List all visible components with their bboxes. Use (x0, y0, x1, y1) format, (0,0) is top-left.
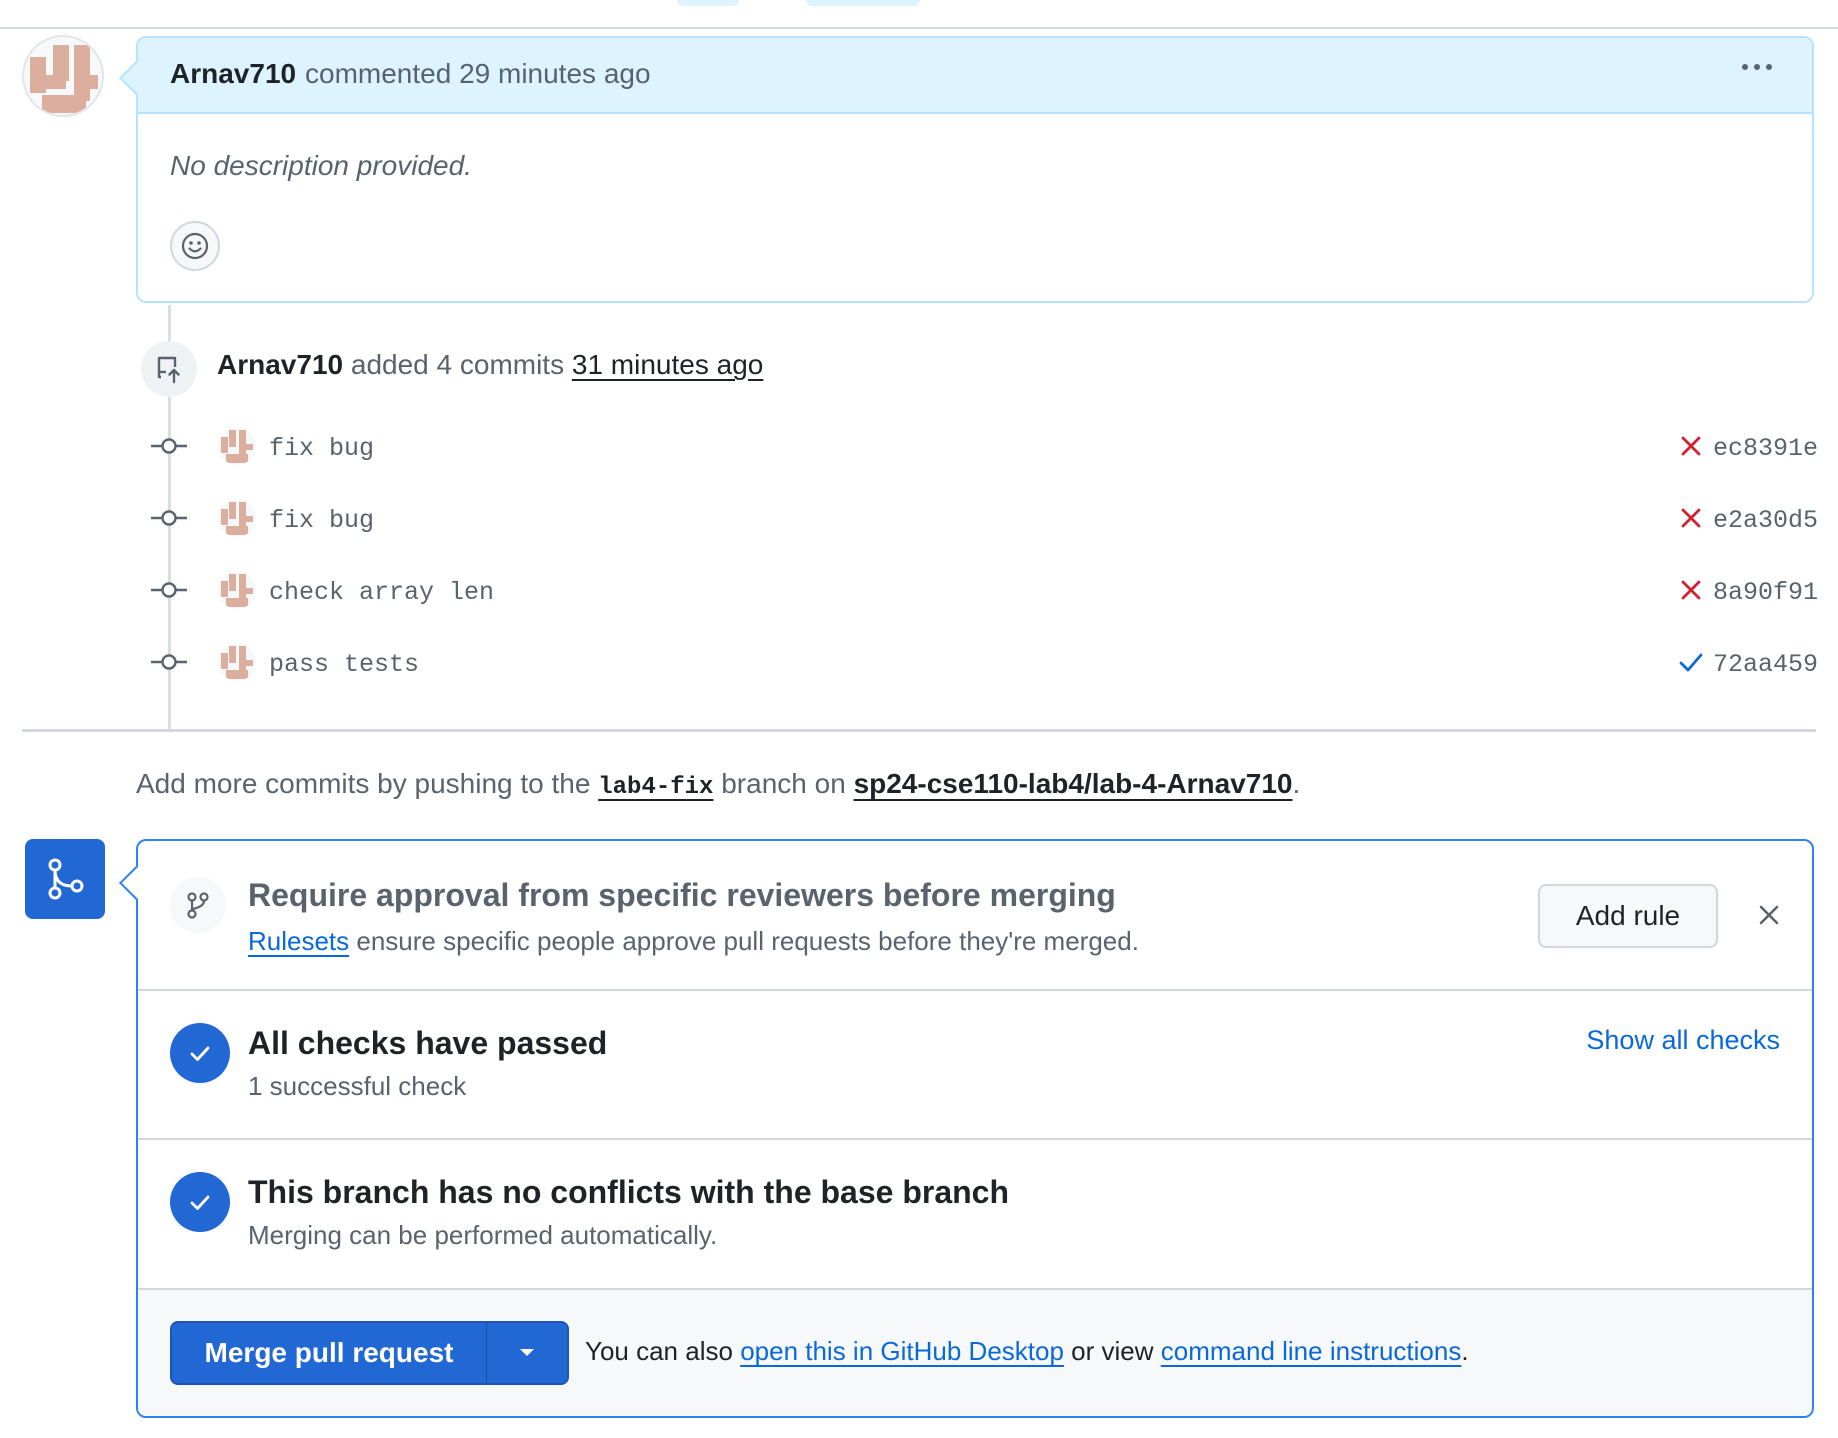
commit-sha[interactable]: 8a90f91 (1713, 578, 1818, 607)
push-info-middle: branch on (721, 768, 846, 799)
git-branch-icon (170, 877, 226, 933)
push-info-prefix: Add more commits by pushing to the (136, 768, 591, 799)
add-rule-button[interactable]: Add rule (1538, 884, 1718, 948)
conflicts-subtitle: Merging can be performed automatically. (248, 1220, 718, 1250)
close-icon[interactable] (1753, 899, 1785, 931)
rulesets-link[interactable]: Rulesets (248, 926, 349, 956)
check-circle-icon (170, 1172, 230, 1232)
merge-box: Require approval from specific reviewers… (119, 839, 1814, 1418)
smiley-icon (181, 232, 209, 260)
x-icon[interactable] (1677, 576, 1705, 604)
timeline-divider (22, 729, 1816, 732)
commit-row: fix bug e2a30d5 (0, 494, 1838, 544)
github-desktop-link[interactable]: open this in GitHub Desktop (740, 1336, 1064, 1366)
avatar[interactable] (218, 499, 256, 537)
conflicts-title: This branch has no conflicts with the ba… (248, 1174, 1010, 1210)
top-tab-fragment (677, 0, 739, 6)
commits-summary: Arnav710 added 4 commits 31 minutes ago (217, 349, 763, 381)
footer-text-3: . (1461, 1336, 1469, 1366)
footer-text-1: You can also (585, 1336, 733, 1366)
commits-author[interactable]: Arnav710 (217, 349, 343, 380)
ruleset-title: Require approval from specific reviewers… (248, 877, 1116, 913)
push-info: Add more commits by pushing to the lab4-… (136, 768, 1300, 801)
git-commit-icon (151, 510, 187, 526)
x-icon[interactable] (1677, 432, 1705, 460)
git-merge-icon (25, 839, 105, 919)
section-divider (138, 1138, 1812, 1140)
avatar[interactable] (218, 571, 256, 609)
x-icon[interactable] (1677, 504, 1705, 532)
git-commit-icon (151, 438, 187, 454)
commit-message[interactable]: pass tests (269, 650, 419, 679)
comment-box: Arnav710 commented 29 minutes ago No des… (119, 36, 1814, 303)
triangle-down-icon (520, 1349, 534, 1356)
commit-message[interactable]: fix bug (269, 506, 374, 535)
check-icon[interactable] (1677, 648, 1705, 676)
commit-message[interactable]: check array len (269, 578, 494, 607)
add-reaction-button[interactable] (170, 221, 220, 271)
ruleset-description: ensure specific people approve pull requ… (356, 926, 1139, 956)
ruleset-subtitle: Rulesets ensure specific people approve … (248, 926, 1139, 957)
section-divider (138, 989, 1812, 991)
commit-row: fix bug ec8391e (0, 422, 1838, 472)
commit-sha[interactable]: ec8391e (1713, 434, 1818, 463)
merge-box-pointer (119, 866, 153, 900)
check-circle-icon (170, 1023, 230, 1083)
checks-subtitle: 1 successful check (248, 1071, 467, 1101)
avatar[interactable] (218, 643, 256, 681)
avatar[interactable] (22, 35, 104, 117)
commit-row: check array len 8a90f91 (0, 566, 1838, 616)
commits-time-link[interactable]: 31 minutes ago (572, 349, 763, 380)
merge-pull-request-button[interactable]: Merge pull request (170, 1321, 569, 1385)
comment-author[interactable]: Arnav710 (170, 58, 296, 90)
repo-push-icon (141, 341, 197, 397)
commit-sha[interactable]: e2a30d5 (1713, 506, 1818, 535)
comment-timestamp: commented 29 minutes ago (305, 58, 651, 89)
branch-link[interactable]: lab4-fix (598, 774, 713, 801)
git-commit-icon (151, 654, 187, 670)
commit-row: pass tests 72aa459 (0, 638, 1838, 688)
push-info-suffix: . (1292, 768, 1301, 799)
footer-text-2: or view (1071, 1336, 1154, 1366)
top-divider (0, 27, 1838, 29)
comment-header: Arnav710 commented 29 minutes ago (138, 38, 1812, 114)
kebab-menu-icon[interactable] (1742, 64, 1772, 70)
merge-footer-text: You can also open this in GitHub Desktop… (585, 1336, 1469, 1367)
merge-options-dropdown[interactable] (487, 1323, 567, 1383)
repo-link[interactable]: sp24-cse110-lab4/lab-4-Arnav710 (854, 768, 1293, 799)
show-all-checks-link[interactable]: Show all checks (1586, 1025, 1780, 1056)
avatar[interactable] (218, 427, 256, 465)
commit-message[interactable]: fix bug (269, 434, 374, 463)
merge-footer: Merge pull request You can also open thi… (138, 1288, 1812, 1416)
git-commit-icon (151, 582, 187, 598)
merge-button-label[interactable]: Merge pull request (172, 1323, 487, 1383)
comment-body: No description provided. (170, 150, 472, 181)
checks-title: All checks have passed (248, 1025, 608, 1061)
commits-action: added 4 commits (350, 349, 565, 380)
command-line-link[interactable]: command line instructions (1161, 1336, 1462, 1366)
commit-sha[interactable]: 72aa459 (1713, 650, 1818, 679)
top-tab-fragment (806, 0, 920, 6)
